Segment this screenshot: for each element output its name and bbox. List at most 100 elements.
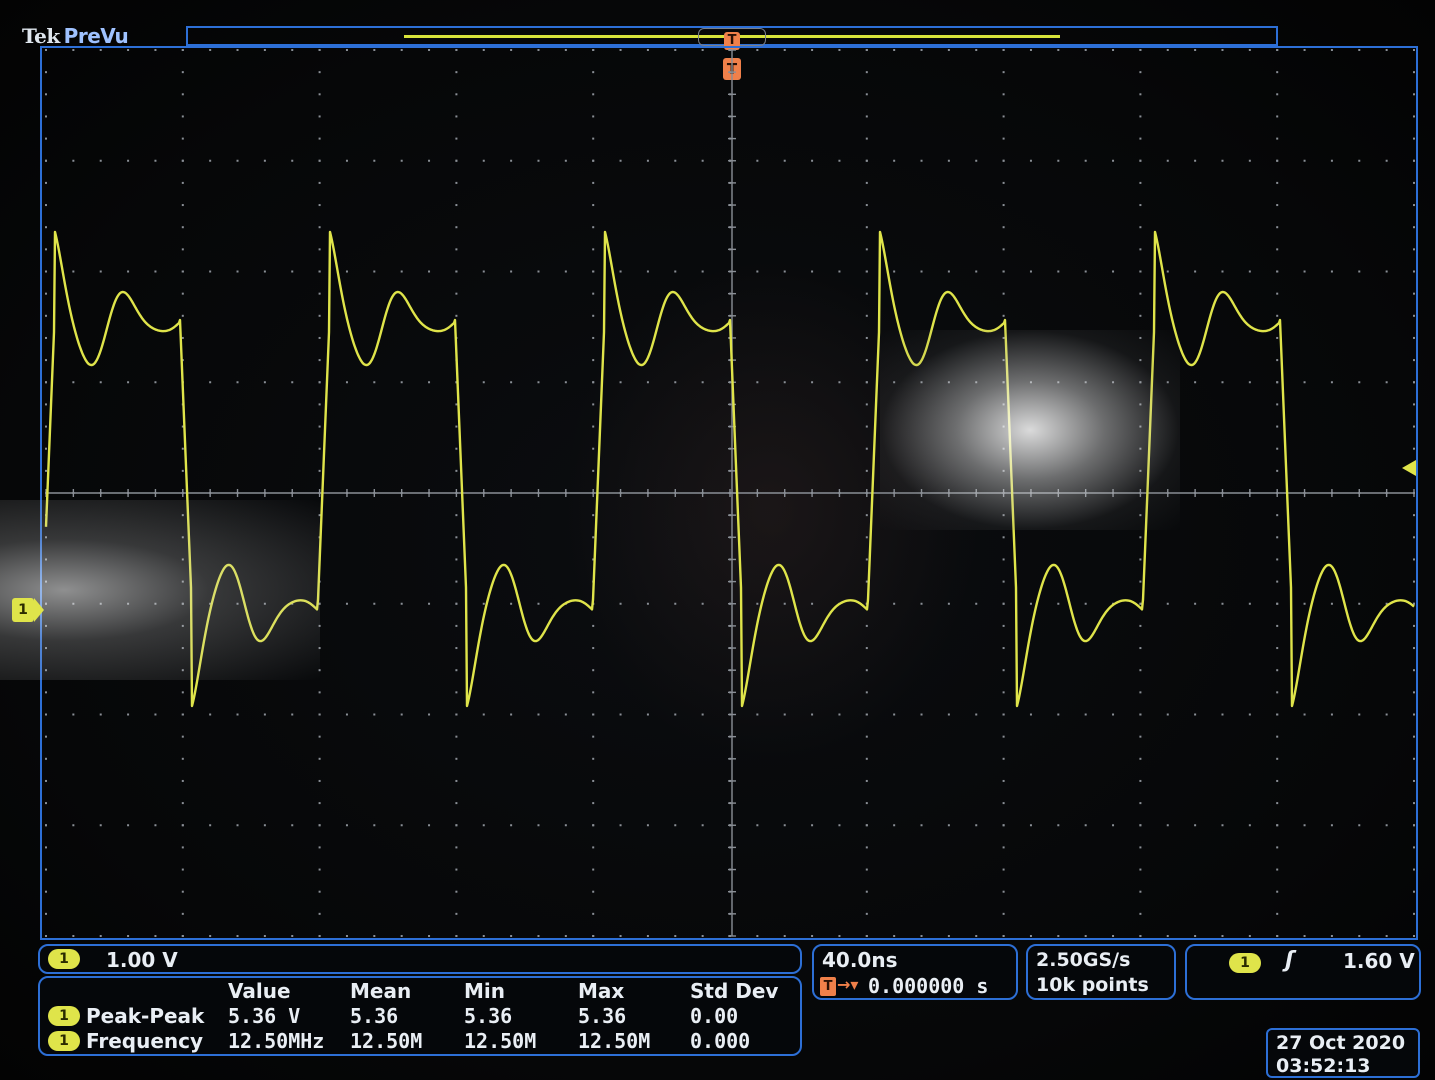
grid-dot (263, 935, 266, 937)
grid-dot (236, 159, 239, 162)
grid-dot (455, 93, 458, 96)
grid-dot (1057, 159, 1060, 162)
grid-dot (674, 602, 677, 605)
grid-dot (1112, 381, 1115, 384)
measurement-row-frequency[interactable]: 1 Frequency 12.50MHz 12.50M 12.50M 12.50… (40, 1029, 800, 1053)
grid-dot (181, 558, 184, 561)
grid-dot (1303, 713, 1306, 716)
grid-dot (1276, 912, 1279, 915)
grid-dot (1139, 226, 1142, 229)
measurements-header-value: Value (228, 979, 291, 1003)
grid-dot (45, 824, 47, 827)
grid-dot (72, 824, 75, 827)
grid-dot (1248, 935, 1251, 937)
grid-dot (127, 270, 130, 273)
grid-dot (455, 181, 458, 184)
grid-dot (838, 270, 841, 273)
grid-dot (1002, 248, 1005, 251)
grid-dot (865, 912, 868, 915)
grid-dot (1194, 159, 1197, 162)
grid-dot (455, 425, 458, 428)
measurement-row-peak-peak[interactable]: 1 Peak-Peak 5.36 V 5.36 5.36 5.36 0.00 (40, 1004, 800, 1028)
channel-1-ground-marker[interactable]: 1 (12, 598, 44, 622)
grid-dot (455, 890, 458, 893)
grid-dot (1413, 935, 1415, 937)
horizontal-scale-panel[interactable]: 40.0ns T →▾ 0.000000 s (812, 944, 1018, 1000)
measurements-panel[interactable]: Value Mean Min Max Std Dev 1 Peak-Peak 5… (38, 976, 802, 1056)
grid-dot (209, 49, 212, 51)
grid-dot (811, 49, 814, 51)
grid-dot (592, 359, 595, 362)
grid-dot (181, 779, 184, 782)
trigger-panel[interactable]: 1 ʃ 1.60 V (1185, 944, 1421, 1000)
grid-dot (1413, 181, 1415, 184)
grid-dot (975, 270, 978, 273)
grid-dot (1248, 381, 1251, 384)
grid-dot (1002, 115, 1005, 118)
measurement-std-dev: 0.000 (690, 1029, 751, 1053)
grid-dot (865, 181, 868, 184)
grid-dot (428, 159, 431, 162)
trigger-level-arrow-icon[interactable] (1402, 460, 1416, 476)
grid-dot (592, 336, 595, 339)
grid-dot (1002, 890, 1005, 893)
grid-dot (45, 447, 47, 450)
grid-dot (893, 824, 896, 827)
grid-dot (1139, 71, 1142, 74)
grid-dot (865, 757, 868, 760)
acquisition-panel[interactable]: 2.50GS/s 10k points (1026, 944, 1176, 1000)
grid-dot (1084, 824, 1087, 827)
grid-dot (1002, 204, 1005, 207)
grid-dot (455, 779, 458, 782)
grid-dot (865, 226, 868, 229)
grid-dot (1276, 691, 1279, 694)
grid-dot (1029, 824, 1032, 827)
grid-dot (564, 159, 567, 162)
grid-dot (345, 381, 348, 384)
grid-dot (127, 713, 130, 716)
grid-dot (865, 580, 868, 583)
grid-dot (1276, 757, 1279, 760)
grid-dot (865, 802, 868, 805)
grid-dot (209, 824, 212, 827)
vertical-scale-panel[interactable]: 1 1.00 V (38, 944, 802, 974)
measurements-header-max: Max (578, 979, 625, 1003)
grid-dot (838, 381, 841, 384)
grid-dot (756, 49, 759, 51)
grid-dot (1413, 713, 1415, 716)
grid-dot (1112, 935, 1115, 937)
trigger-position-icon: T (820, 977, 836, 996)
grid-dot (263, 381, 266, 384)
grid-dot (1139, 425, 1142, 428)
grid-dot (592, 71, 595, 74)
grid-dot (318, 137, 321, 140)
grid-dot (564, 270, 567, 273)
grid-dot (1166, 824, 1169, 827)
grid-dot (1029, 381, 1032, 384)
grid-dot (154, 935, 157, 937)
grid-dot (537, 824, 540, 827)
grid-dot (756, 824, 759, 827)
measurement-min: 5.36 (464, 1004, 513, 1028)
grid-dot (510, 824, 513, 827)
grid-dot (537, 49, 540, 51)
grid-dot (1221, 602, 1224, 605)
grid-dot (1276, 514, 1279, 517)
grid-dot (1002, 602, 1005, 605)
grid-dot (865, 403, 868, 406)
grid-dot (99, 935, 102, 937)
grid-dot (1194, 270, 1197, 273)
grid-dot (263, 602, 266, 605)
grid-dot (45, 71, 47, 74)
grid-dot (236, 824, 239, 827)
grid-dot (1413, 647, 1415, 650)
grid-dot (45, 890, 47, 893)
grid-dot (45, 93, 47, 96)
grid-dot (865, 691, 868, 694)
grid-dot (920, 381, 923, 384)
grid-dot (592, 757, 595, 760)
grid-dot (811, 824, 814, 827)
grid-dot (1413, 558, 1415, 561)
grid-dot (1139, 558, 1142, 561)
grid-dot (345, 935, 348, 937)
